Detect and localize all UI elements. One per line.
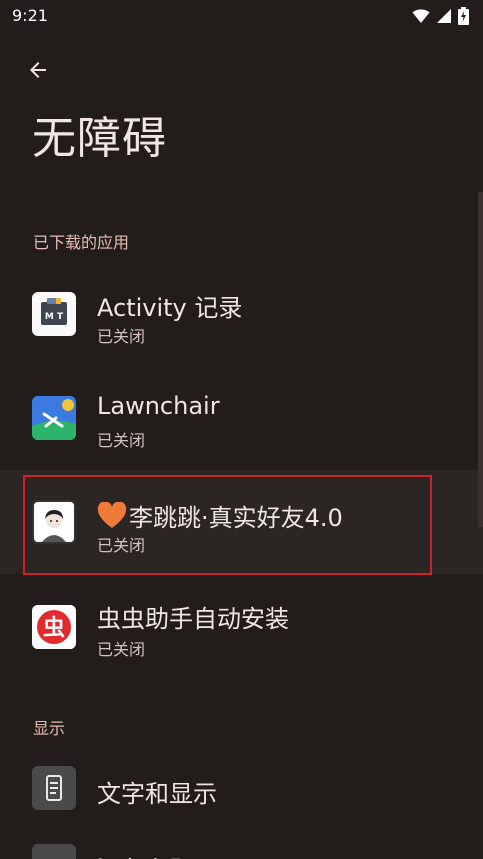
wifi-icon — [412, 9, 430, 23]
dark-theme-icon — [32, 844, 76, 859]
arrow-back-icon — [30, 62, 46, 78]
list-item-activity-log[interactable]: M T Activity 记录 已关闭 — [0, 262, 483, 366]
text-display-icon — [32, 766, 76, 810]
status-icons — [412, 6, 469, 26]
lawnchair-icon — [32, 396, 76, 440]
battery-charging-icon — [458, 7, 469, 25]
activity-icon-label: M T — [45, 312, 64, 322]
item-title: 深色主题 — [97, 850, 193, 859]
status-time: 9:21 — [12, 6, 48, 25]
back-button[interactable] — [20, 52, 56, 88]
item-title: 虫虫助手自动安装 — [97, 605, 289, 633]
cell-signal-icon — [437, 9, 451, 23]
chongchong-icon-label: 虫 — [43, 615, 65, 641]
item-status: 已关闭 — [97, 327, 146, 346]
item-title: Activity 记录 — [97, 294, 243, 322]
status-bar: 9:21 — [0, 0, 483, 34]
focus-highlight — [23, 475, 432, 575]
chongchong-icon: 虫 — [32, 605, 76, 649]
activity-monitor-icon: M T — [32, 292, 76, 336]
page-title: 无障碍 — [32, 113, 167, 164]
scrollbar[interactable] — [478, 192, 483, 527]
list-item-dark-theme[interactable]: 深色主题 — [0, 838, 483, 859]
item-title: Lawnchair — [97, 392, 220, 420]
list-item-chongchong-installer[interactable]: 虫 虫虫助手自动安装 已关闭 — [0, 575, 483, 679]
list-item-text-display[interactable]: 文字和显示 — [0, 740, 483, 844]
list-item-lawnchair[interactable]: Lawnchair 已关闭 — [0, 366, 483, 470]
section-header-display: 显示 — [33, 719, 66, 738]
item-status: 已关闭 — [97, 431, 146, 450]
item-title: 文字和显示 — [97, 780, 217, 808]
section-header-downloaded-apps: 已下载的应用 — [33, 233, 130, 252]
item-status: 已关闭 — [97, 640, 146, 659]
